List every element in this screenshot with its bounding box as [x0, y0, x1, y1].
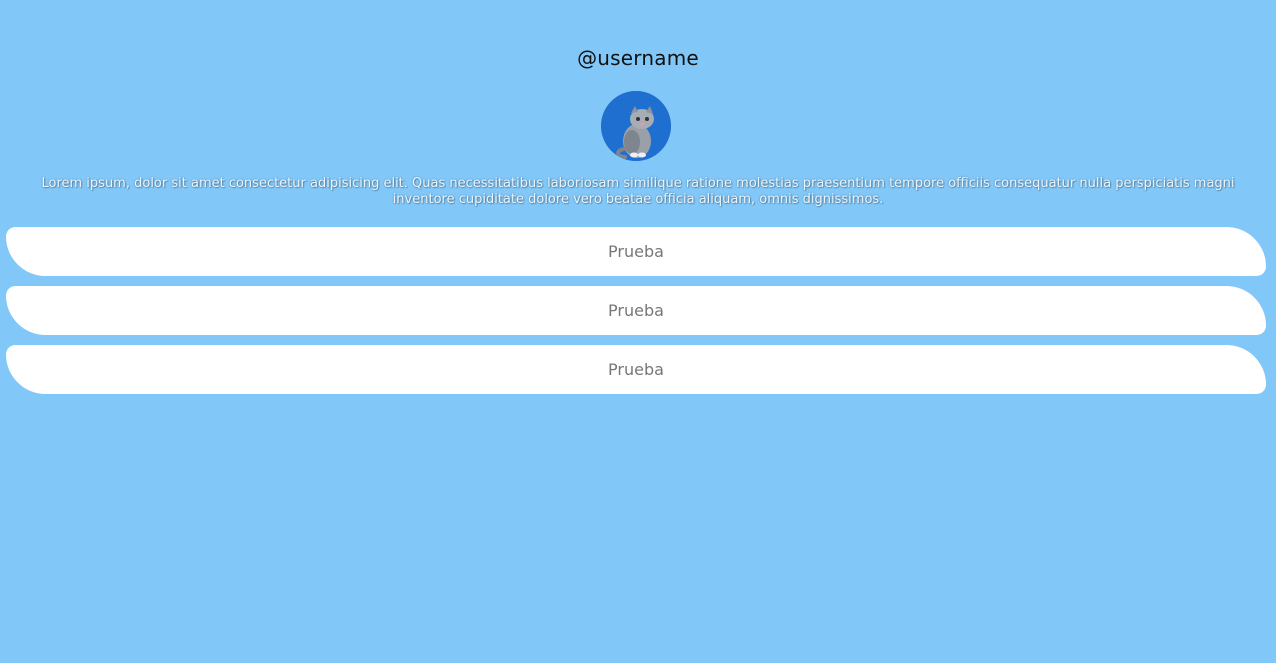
link-label: Prueba [608, 360, 664, 379]
link-button-3[interactable]: Prueba [6, 345, 1266, 394]
bio-text: Lorem ipsum, dolor sit amet consectetur … [41, 176, 1235, 207]
avatar [601, 91, 671, 161]
link-label: Prueba [608, 301, 664, 320]
cat-avatar-illustration [601, 91, 671, 161]
link-label: Prueba [608, 242, 664, 261]
link-button-1[interactable]: Prueba [6, 227, 1266, 276]
username: @username [577, 46, 699, 70]
link-button-2[interactable]: Prueba [6, 286, 1266, 335]
